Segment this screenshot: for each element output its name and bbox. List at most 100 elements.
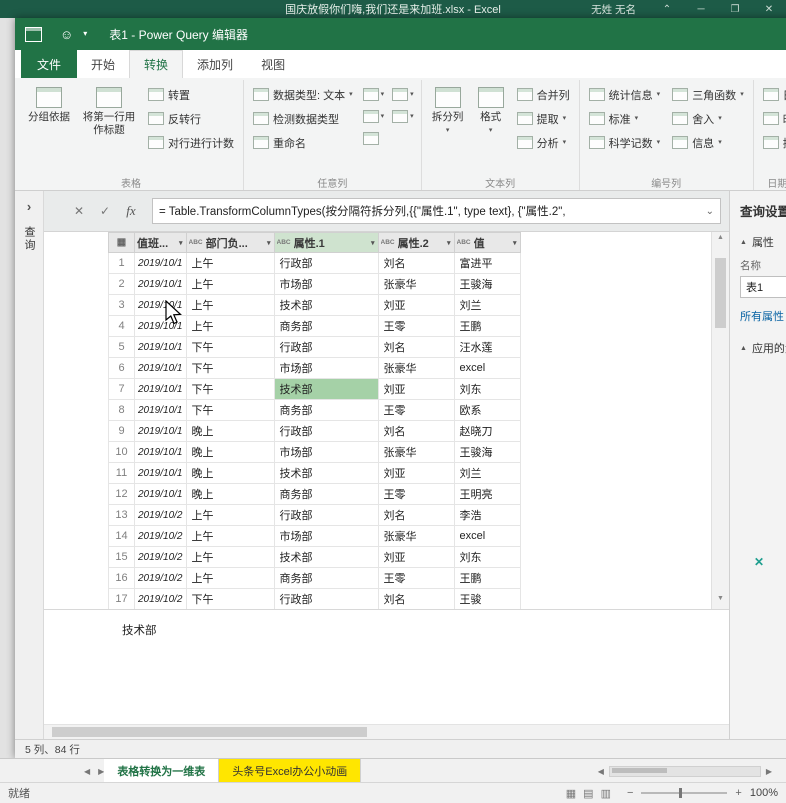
grid-cell[interactable]: 下午: [185, 357, 275, 379]
zoom-slider[interactable]: [679, 788, 683, 798]
collapse-section-icon[interactable]: ▲: [740, 239, 747, 246]
grid-cell[interactable]: 上午: [185, 315, 275, 337]
grid-cell[interactable]: 2019/10/1: [134, 441, 187, 463]
grid-cell[interactable]: 刘亚: [377, 378, 455, 400]
grid-cell[interactable]: 行政部: [273, 252, 379, 274]
grid-cell[interactable]: 2019/10/1: [134, 483, 187, 505]
column-header-1[interactable]: 值班... ▾: [134, 232, 187, 253]
grid-cell[interactable]: 王零: [377, 567, 455, 589]
normal-view-icon[interactable]: ▦: [566, 787, 576, 800]
grid-cell[interactable]: 2019/10/1: [134, 399, 187, 421]
grid-cell[interactable]: excel: [453, 525, 521, 547]
scrollbar-thumb[interactable]: [715, 258, 726, 328]
grid-cell[interactable]: 下午: [185, 399, 275, 421]
grid-cell[interactable]: 刘东: [453, 546, 521, 568]
grid-cell[interactable]: 刘亚: [377, 294, 455, 316]
grid-cell[interactable]: 2019/10/1: [134, 336, 187, 358]
time-button[interactable]: 时间 ▾: [760, 109, 786, 128]
grid-cell[interactable]: 刘亚: [377, 462, 455, 484]
row-number[interactable]: 6: [108, 357, 135, 379]
tab-file[interactable]: 文件: [21, 50, 78, 78]
scroll-left-icon[interactable]: ◀: [598, 767, 604, 776]
extract-button[interactable]: 提取 ▾: [514, 109, 573, 128]
grid-cell[interactable]: 王零: [377, 483, 455, 505]
grid-cell[interactable]: 王明亮: [453, 483, 521, 505]
grid-cell[interactable]: 2019/10/2: [134, 525, 187, 547]
grid-cell[interactable]: 2019/10/2: [134, 504, 187, 526]
sheet-nav-left-icon[interactable]: ◀: [84, 767, 90, 776]
grid-cell[interactable]: 刘东: [453, 378, 521, 400]
fx-icon[interactable]: fx: [118, 203, 144, 219]
grid-cell[interactable]: 2019/10/2: [134, 546, 187, 568]
column-header-2[interactable]: ABC 部门负... ▾: [185, 232, 275, 253]
grid-cell[interactable]: 刘名: [377, 252, 455, 274]
zoom-in-icon[interactable]: +: [735, 787, 741, 799]
information-button[interactable]: 信息 ▾: [669, 133, 747, 152]
page-layout-view-icon[interactable]: ▤: [583, 787, 593, 800]
horizontal-scrollbar[interactable]: [44, 724, 729, 739]
collapse-section-icon[interactable]: ▲: [740, 345, 747, 352]
row-number[interactable]: 15: [108, 546, 135, 568]
queries-pane-collapsed[interactable]: › 查询: [15, 191, 44, 739]
det[interactable]: 检测数据类型: [250, 109, 356, 128]
grid-cell[interactable]: 行政部: [273, 420, 379, 442]
zoom-out-icon[interactable]: −: [627, 787, 633, 799]
grid-cell[interactable]: 市场部: [273, 525, 379, 547]
column-header-5[interactable]: ABC 值 ▾: [453, 232, 521, 253]
statistics-button[interactable]: 统计信息 ▾: [586, 85, 664, 104]
row-number[interactable]: 9: [108, 420, 135, 442]
formula-input[interactable]: = Table.TransformColumnTypes(按分隔符拆分列,{{"…: [152, 198, 721, 224]
grid-cell[interactable]: 商务部: [273, 483, 379, 505]
grid-cell[interactable]: 张豪华: [377, 441, 455, 463]
sheet-tab-0[interactable]: 表格转换为一维表: [104, 759, 220, 783]
grid-cell[interactable]: 下午: [185, 336, 275, 358]
grid-cell[interactable]: 上午: [185, 273, 275, 295]
grid-cell[interactable]: 技术部: [273, 378, 379, 400]
sheet-tab-1[interactable]: 头条号Excel办公小动画: [219, 759, 362, 783]
grid-cell[interactable]: 行政部: [273, 336, 379, 358]
scroll-right-icon[interactable]: ▶: [766, 767, 772, 776]
grid-cell[interactable]: 欧系: [453, 399, 521, 421]
grid-cell[interactable]: 晚上: [185, 483, 275, 505]
tab-add-column[interactable]: 添加列: [183, 50, 247, 78]
grid-cell[interactable]: 技术部: [273, 294, 379, 316]
grid-cell[interactable]: 刘名: [377, 336, 455, 358]
grid-cell[interactable]: excel: [453, 357, 521, 379]
formula-expand-icon[interactable]: ⌄: [706, 206, 714, 217]
data-type-button[interactable]: 数据类型: 文本 ▾: [250, 85, 356, 104]
reverse-rows-button[interactable]: 反转行: [145, 109, 237, 128]
row-number[interactable]: 7: [108, 378, 135, 400]
unpivot-columns-button[interactable]: ▾: [391, 108, 415, 125]
row-number[interactable]: 3: [108, 294, 135, 316]
formula-check-icon[interactable]: ✓: [92, 204, 118, 218]
grid-cell[interactable]: 市场部: [273, 441, 379, 463]
expand-pane-icon[interactable]: ›: [27, 199, 31, 214]
ribbon-display-options-icon[interactable]: ⌃: [650, 4, 684, 15]
grid-cell[interactable]: 刘名: [377, 588, 455, 609]
filter-icon[interactable]: ▾: [267, 239, 272, 247]
grid-cell[interactable]: 市场部: [273, 357, 379, 379]
merge-columns-button[interactable]: 合并列: [514, 85, 573, 104]
use-first-row-as-headers-button[interactable]: 将第一行用作标题: [79, 83, 139, 175]
row-number[interactable]: 14: [108, 525, 135, 547]
split-column-button[interactable]: 拆分列 ▾: [428, 83, 468, 175]
grid-cell[interactable]: 张豪华: [377, 525, 455, 547]
grid-cell[interactable]: 晚上: [185, 420, 275, 442]
filter-icon[interactable]: ▾: [513, 239, 518, 247]
grid-cell[interactable]: 2019/10/2: [134, 567, 187, 589]
grid-cell[interactable]: 王鹏: [453, 315, 521, 337]
format-button[interactable]: 格式 ▾: [474, 83, 508, 175]
grid-cell[interactable]: 商务部: [273, 315, 379, 337]
table-corner-button[interactable]: ▦: [108, 232, 135, 253]
filter-icon[interactable]: ▾: [371, 239, 376, 247]
restore-icon[interactable]: ❐: [718, 4, 752, 15]
pivot-column-button[interactable]: ▾: [362, 108, 386, 125]
transpose-button[interactable]: 转置: [145, 85, 237, 104]
grid-cell[interactable]: 2019/10/1: [134, 462, 187, 484]
grid-cell[interactable]: 2019/10/1: [134, 420, 187, 442]
grid-cell[interactable]: 2019/10/1: [134, 357, 187, 379]
qat-customize-icon[interactable]: ▾: [83, 30, 87, 38]
grid-cell[interactable]: 张豪华: [377, 273, 455, 295]
trigonometry-button[interactable]: 三角函数 ▾: [669, 85, 747, 104]
grid-cell[interactable]: 上午: [185, 546, 275, 568]
